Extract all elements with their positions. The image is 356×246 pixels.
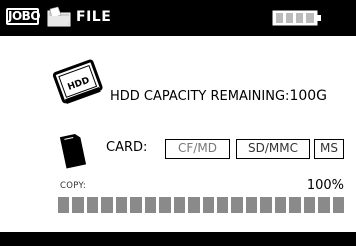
card-type-cf-md: CF/MD: [165, 139, 230, 159]
progress-segment: [332, 197, 345, 213]
progress-segment: [245, 197, 258, 213]
card-type-ms: MS: [314, 139, 344, 159]
progress-segment: [274, 197, 287, 213]
card-label: CARD:: [106, 140, 148, 155]
progress-segment: [303, 197, 316, 213]
section-title: FILE: [76, 9, 112, 25]
progress-segment: [101, 197, 113, 213]
progress-segment: [58, 197, 70, 213]
bottom-bar: [0, 232, 356, 246]
battery-icon: [272, 10, 321, 26]
device-screen: JOBO FILE HDD HDD CAPACITY REMAINING:100…: [0, 0, 356, 246]
card-type-sd-mmc: SD/MMC: [236, 139, 310, 159]
progress-segment: [202, 197, 214, 213]
progress-segment: [231, 197, 243, 213]
copy-label: COPY:: [60, 181, 86, 191]
progress-segment: [216, 197, 229, 213]
copy-progress-bar: [58, 197, 345, 213]
progress-segment: [318, 197, 330, 213]
status-panel: HDD HDD CAPACITY REMAINING:100G CARD: CF…: [0, 36, 356, 232]
progress-segment: [159, 197, 171, 213]
hdd-icon: HDD: [52, 59, 103, 105]
progress-segment: [289, 197, 301, 213]
top-bar: JOBO FILE: [0, 0, 356, 36]
hdd-capacity-value: 100G: [289, 88, 328, 104]
progress-segment: [173, 197, 186, 213]
progress-segment: [188, 197, 200, 213]
memory-card-icon: [59, 134, 86, 169]
hdd-capacity-label: HDD CAPACITY REMAINING:: [110, 89, 290, 104]
progress-segment: [86, 197, 99, 213]
copy-percent: 100%: [306, 178, 344, 193]
progress-segment: [115, 197, 128, 213]
progress-segment: [260, 197, 272, 213]
progress-segment: [130, 197, 142, 213]
progress-segment: [144, 197, 157, 213]
hdd-capacity-text: HDD CAPACITY REMAINING:100G: [110, 88, 327, 104]
jobo-logo: JOBO: [6, 8, 41, 25]
progress-segment: [72, 197, 84, 213]
file-folder-icon: [47, 6, 71, 27]
